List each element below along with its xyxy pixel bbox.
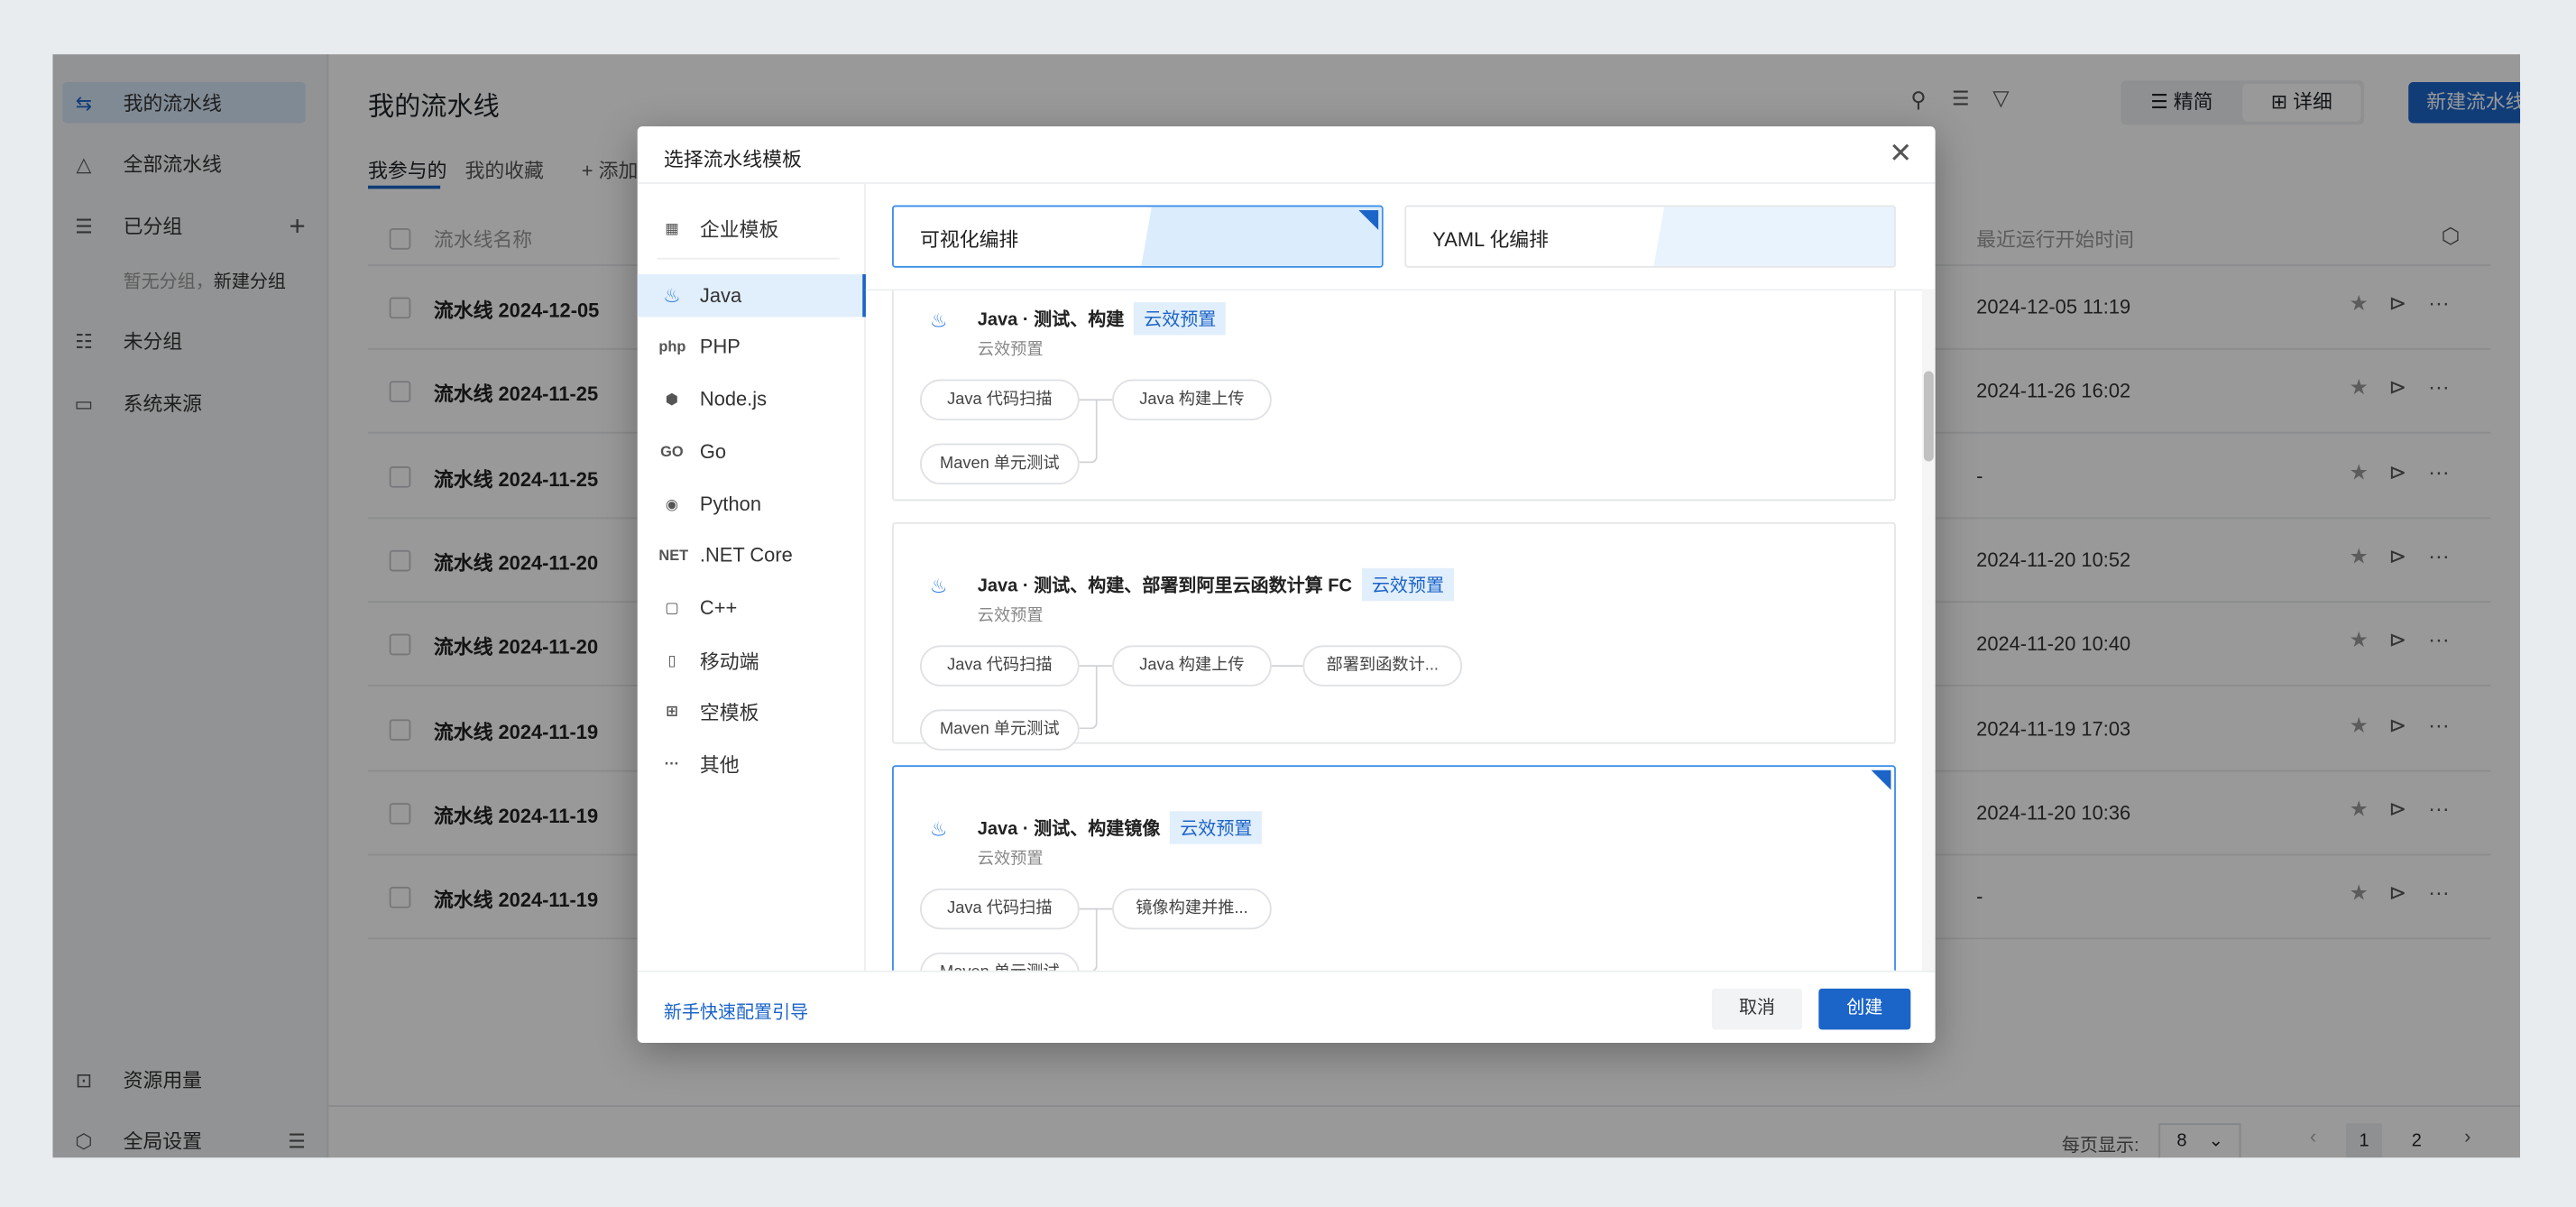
- java-icon: ♨: [929, 575, 948, 598]
- selected-check-icon: [1871, 769, 1891, 790]
- template-list-scrollbar[interactable]: [1922, 289, 1936, 971]
- nodejs-icon: ⬢: [665, 390, 679, 407]
- mode-visual[interactable]: 可视化编排: [892, 205, 1384, 268]
- category-go[interactable]: GO Go: [638, 430, 866, 473]
- menu-divider: [657, 257, 840, 260]
- category-cpp[interactable]: ▢ C++: [638, 586, 866, 629]
- stage-node: Java 构建上传: [1112, 645, 1272, 686]
- stage-node: Java 构建上传: [1112, 379, 1272, 421]
- stage-node: Maven 单元测试: [920, 709, 1080, 751]
- template-modal: 选择流水线模板 ✕ ▦ 企业模板 ♨ Java php PHP ⬢ Node.js GO Go ◉ P…: [637, 126, 1936, 1043]
- yaml-illustration: [1631, 207, 1895, 266]
- template-card[interactable]: ♨ Java · 测试、构建 云效预置 云效预置 Java 代码扫描 Maven 单…: [892, 290, 1896, 502]
- preset-badge: 云效预置: [1134, 301, 1227, 336]
- stage-node: Maven 单元测试: [920, 443, 1080, 485]
- template-card[interactable]: ♨ Java · 测试、构建、部署到阿里云函数计算 FC 云效预置 云效预置 Ja…: [892, 521, 1896, 751]
- dotnet-icon: NET: [658, 547, 689, 564]
- stage-node: Maven 单元测试: [920, 952, 1080, 971]
- mode-yaml[interactable]: YAML 化编排: [1404, 205, 1896, 268]
- category-python[interactable]: ◉ Python: [638, 483, 866, 525]
- category-more[interactable]: ··· 其他: [638, 742, 866, 785]
- preset-badge: 云效预置: [1361, 567, 1454, 602]
- selected-check-icon: [1358, 210, 1379, 230]
- more-icon: ···: [664, 755, 680, 772]
- java-icon: ♨: [663, 283, 681, 308]
- category-nodejs[interactable]: ⬢ Node.js: [638, 378, 866, 420]
- category-php[interactable]: php PHP: [638, 325, 866, 367]
- preset-badge: 云效预置: [1170, 811, 1263, 844]
- java-icon: ♨: [929, 309, 948, 332]
- stage-node: 镜像构建并推...: [1112, 888, 1272, 930]
- php-icon: php: [658, 338, 686, 355]
- go-icon: GO: [660, 443, 684, 460]
- stage-node: Java 代码扫描: [920, 645, 1080, 686]
- template-source: 云效预置: [977, 607, 1044, 626]
- template-title: Java · 测试、构建、部署到阿里云函数计算 FC: [977, 576, 1352, 596]
- blank-template-icon: ⊞: [666, 702, 678, 719]
- template-title: Java · 测试、构建: [977, 310, 1125, 330]
- template-list: ♨ Java · 测试、构建 云效预置 云效预置 Java 代码扫描 Maven 单…: [865, 289, 1923, 971]
- scrollbar-thumb[interactable]: [1923, 371, 1934, 462]
- mobile-icon: ▯: [667, 650, 676, 668]
- cpp-icon: ▢: [665, 598, 679, 615]
- template-title: Java · 测试、构建镜像: [977, 819, 1161, 840]
- modal-title: 选择流水线模板: [663, 147, 802, 171]
- stage-node: Java 代码扫描: [920, 379, 1080, 421]
- visual-illustration: [1118, 207, 1382, 266]
- stage-node: 部署到函数计...: [1302, 645, 1463, 686]
- template-category-menu: ▦ 企业模板 ♨ Java php PHP ⬢ Node.js GO Go ◉ Python NET .N…: [637, 183, 866, 971]
- stage-node: Java 代码扫描: [920, 888, 1080, 930]
- category-java[interactable]: ♨ Java: [637, 274, 866, 318]
- template-source: 云效预置: [977, 341, 1044, 360]
- cancel-button[interactable]: 取消: [1711, 988, 1803, 1030]
- quick-start-guide-link[interactable]: 新手快速配置引导: [664, 999, 808, 1025]
- close-icon[interactable]: ✕: [1889, 138, 1912, 170]
- category-grid[interactable]: ▦ 企业模板: [638, 207, 866, 249]
- category-blank-template[interactable]: ⊞ 空模板: [638, 690, 866, 732]
- java-icon: ♨: [929, 817, 948, 842]
- category-dotnet[interactable]: NET .NET Core: [638, 534, 866, 576]
- create-button[interactable]: 创建: [1818, 988, 1911, 1030]
- template-card[interactable]: ♨ Java · 测试、构建镜像云效预置 云效预置 Java 代码扫描 Maven…: [892, 765, 1896, 971]
- grid-icon: ▦: [665, 219, 679, 236]
- python-icon: ◉: [665, 494, 679, 512]
- template-source: 云效预置: [977, 850, 1044, 869]
- category-mobile[interactable]: ▯ 移动端: [638, 639, 866, 681]
